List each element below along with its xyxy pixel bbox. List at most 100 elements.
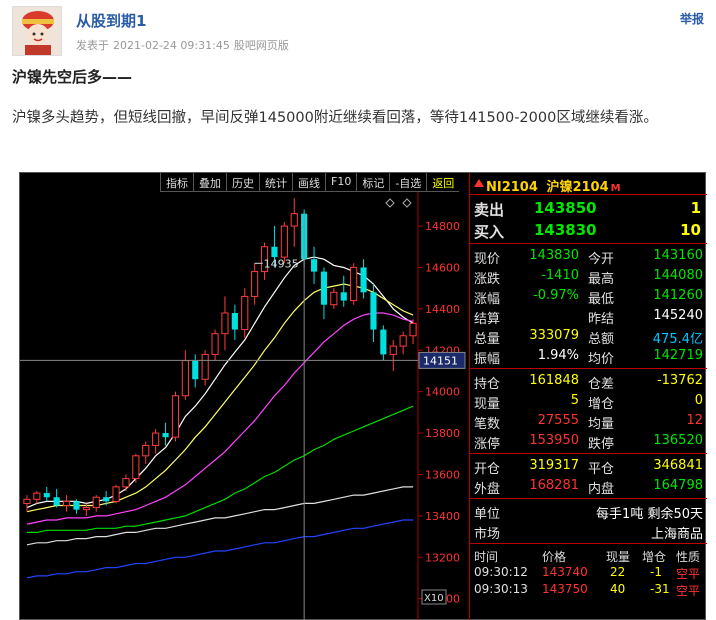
price-stat-value: 141260 [653, 288, 703, 303]
position-stat-label: 现量 [474, 397, 501, 412]
volume-stat-value: 319317 [529, 458, 579, 473]
price-stat-value: 143160 [653, 248, 703, 263]
trade-row: 09:30:13 143750 40 -31 空平 [470, 581, 707, 598]
price-stat-label: 最高 [588, 272, 615, 287]
trade-header-cell: 时间 [474, 550, 499, 564]
candle-body-up [122, 478, 130, 488]
crosshair-value: 14151 [423, 354, 458, 367]
avatar-image [13, 7, 61, 55]
moving-average-line [26, 486, 414, 546]
unit-label: 单位 [474, 507, 501, 522]
candle-body-up [171, 395, 180, 438]
trade-cell: 143740 [542, 565, 588, 579]
price-stat-label: 今开 [588, 252, 615, 267]
candle-body-up [201, 353, 209, 380]
volume-stat-value: 168281 [529, 478, 579, 493]
candle-body-up [290, 213, 298, 227]
trade-cell: 143750 [542, 582, 588, 596]
diamond-icon [402, 198, 412, 208]
report-button[interactable]: 举报 [680, 10, 704, 27]
volume-stat-label: 平仓 [588, 462, 615, 477]
unit-value: 每手1吨 剩余50天 [596, 507, 703, 522]
position-stat-row: 持仓 161848 仓差 -13762 [470, 371, 707, 392]
y-tick-label: 14000 [425, 386, 460, 399]
price-stat-label: 最低 [588, 292, 615, 307]
candle-body-up [389, 345, 397, 355]
trade-header-cell: 性质 [676, 550, 701, 564]
volume-stat-row: 外盘 168281 内盘 164798 [470, 476, 707, 497]
candle-body-up [142, 444, 150, 457]
volume-stat-label: 外盘 [474, 482, 501, 497]
candle-body-down [370, 292, 377, 330]
bid-price: 143830 [534, 221, 597, 239]
price-stat-row: 结算 昨结 145240 [470, 306, 707, 327]
candle-body-up [221, 312, 229, 335]
moving-average-line [26, 519, 414, 579]
y-tick-label: 13600 [425, 468, 460, 481]
price-stat-label: 昨结 [588, 312, 615, 327]
candle-body-down [103, 497, 110, 502]
price-stat-value: 475.4亿 [652, 332, 703, 347]
peak-label: 14935 [264, 257, 299, 270]
price-stat-label: 均价 [588, 352, 615, 367]
position-stat-label: 涨停 [474, 437, 501, 452]
candle-body-up [181, 360, 189, 397]
trade-cell: 空平 [676, 584, 701, 598]
bid-qty: 10 [680, 221, 701, 239]
post-body: 沪镍多头趋势，但短线回撤，早间反弹145000附近继续看回落，等待141500-… [12, 110, 658, 126]
price-stat-label: 结算 [474, 312, 501, 327]
price-stat-row: 涨幅 -0.97% 最低 141260 [470, 286, 707, 307]
author-name[interactable]: 从股到期1 [76, 10, 146, 31]
trade-row: 09:30:12 143740 22 -1 空平 [470, 564, 707, 581]
position-stat-label: 持仓 [474, 377, 501, 392]
post-datetime: 2021-02-24 09:31:45 [113, 39, 230, 52]
avatar[interactable] [12, 6, 62, 56]
candle-body-down [310, 259, 318, 272]
order-book: 卖出 143850 1 买入 143830 10 [470, 195, 707, 244]
price-stat-row: 现价 143830 今开 143160 [470, 246, 707, 267]
candle-body-down [231, 312, 238, 330]
candle-body-up [409, 322, 417, 337]
contract-info: 单位 每手1吨 剩余50天 市场 上海商品 [470, 499, 707, 544]
candle-body-up [350, 266, 358, 302]
price-stat-label: 涨幅 [474, 292, 501, 307]
price-stat-label: 总量 [474, 332, 501, 347]
candle-body-down [43, 493, 50, 498]
price-stat-value: -0.97% [533, 288, 579, 303]
candle-body-up [132, 455, 140, 480]
trade-cell: 空平 [676, 567, 701, 581]
volume-stat-value: 346841 [653, 458, 703, 473]
price-stat-label: 总额 [588, 332, 615, 347]
kline-chart: 1300013200134001360013800140001420014400… [20, 192, 466, 620]
diamond-icons [385, 198, 412, 208]
candle-body-up [152, 432, 160, 446]
position-stat-value: 136520 [653, 433, 703, 448]
position-stat-label: 笔数 [474, 417, 501, 432]
trade-list-header: 时间 价格 现量 增仓 性质 [470, 546, 707, 564]
y-tick-label: 13400 [425, 510, 460, 523]
volume-stats: 开仓 319317 平仓 346841 外盘 168281 内盘 164798 [470, 454, 707, 499]
candle-body-down [162, 433, 169, 438]
position-stat-row: 涨停 153950 跌停 136520 [470, 431, 707, 452]
y-tick-label: 14800 [425, 220, 460, 233]
zoom-label: X10 [424, 593, 444, 604]
post-header: 从股到期1 发表于 2021-02-24 09:31:45 股吧网页版 举报 [12, 6, 704, 56]
ask-price: 143850 [534, 199, 597, 217]
candle-body-up [241, 295, 249, 331]
price-stat-row: 振幅 1.94% 均价 142719 [470, 346, 707, 367]
ask-row: 卖出 143850 1 [470, 197, 707, 219]
diamond-icon [385, 198, 395, 208]
candle-body-up [211, 333, 219, 355]
position-stat-value: -13762 [656, 373, 703, 388]
price-stat-value: 1.94% [537, 348, 579, 363]
position-stats: 持仓 161848 仓差 -13762 现量 5 增仓 0 笔数 27555 均量 12 涨停 15395… [470, 369, 707, 454]
trade-header-cell: 增仓 [642, 550, 667, 564]
candle-body-down [380, 329, 387, 355]
candle-body-up [280, 225, 288, 258]
candle-body-down [320, 271, 328, 305]
candle-body-up [112, 486, 120, 502]
market-value: 上海商品 [650, 527, 703, 542]
kline-chart-area: 指标叠加历史统计画线F10标记-自选返回 1300013200134001360… [20, 173, 469, 620]
candle-body-up [251, 271, 259, 297]
position-stat-label: 仓差 [588, 377, 615, 392]
